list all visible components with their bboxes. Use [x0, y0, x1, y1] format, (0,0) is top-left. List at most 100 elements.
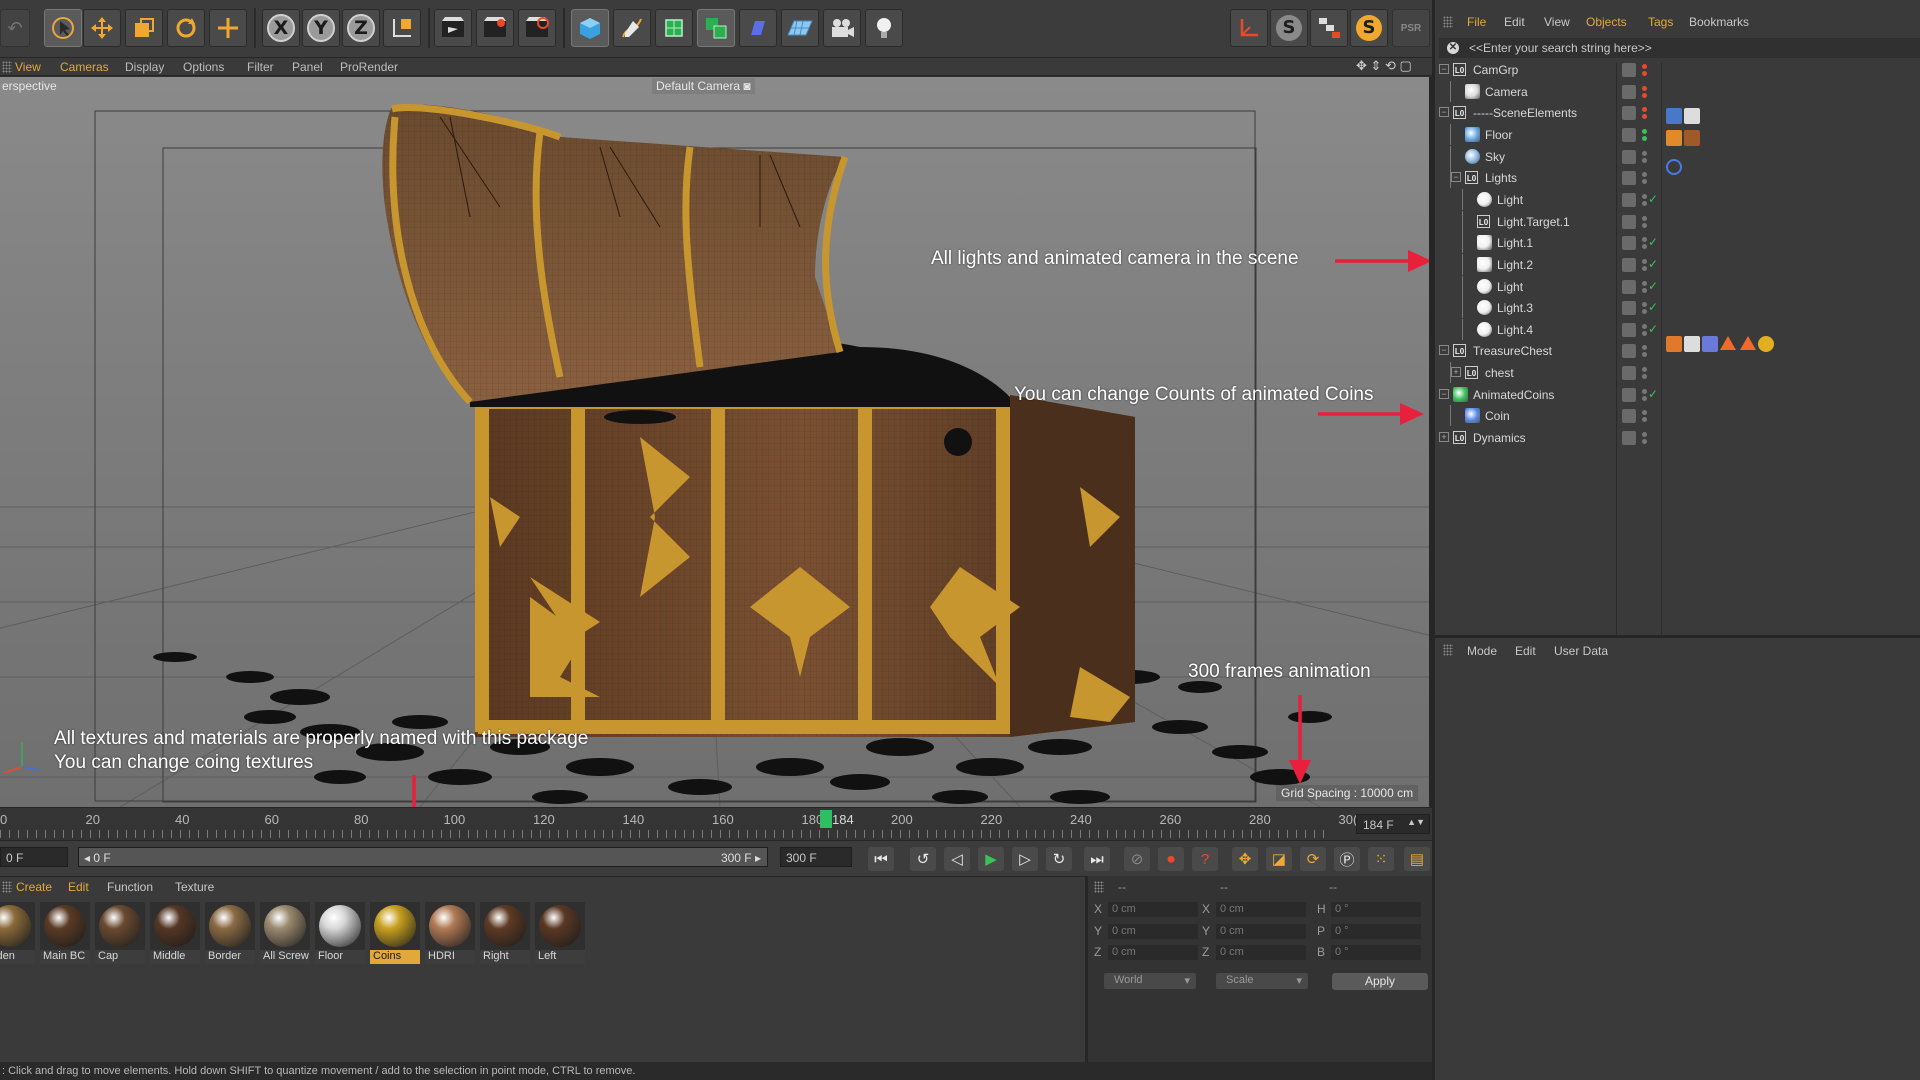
enabled-check-icon[interactable]: ✓ [1648, 322, 1658, 336]
expand-icon[interactable]: + [1439, 432, 1449, 443]
editor-visibility-dot[interactable] [1642, 388, 1647, 394]
layer-edit-icon[interactable] [1622, 214, 1636, 229]
object-row[interactable]: L0 Light.Target.1 [1435, 210, 1920, 233]
object-name[interactable]: Light [1497, 280, 1523, 294]
object-name[interactable]: Coin [1485, 409, 1510, 423]
layer-edit-icon[interactable] [1622, 279, 1636, 294]
object-row[interactable]: Light ✓ [1435, 275, 1920, 298]
object-name[interactable]: Camera [1485, 85, 1528, 99]
checker-tag-icon[interactable] [1684, 336, 1700, 352]
render-visibility-dot[interactable] [1642, 330, 1647, 336]
live-selection-button[interactable] [209, 9, 247, 47]
workplane-button[interactable] [1310, 9, 1348, 47]
enabled-check-icon[interactable]: ✓ [1648, 257, 1658, 271]
preview-start-field[interactable]: 0 F [0, 847, 68, 867]
object-name[interactable]: CamGrp [1473, 63, 1518, 77]
enable-axis-button[interactable] [1230, 9, 1268, 47]
current-frame-field[interactable]: 184 F ▲▼ [1356, 814, 1430, 834]
render-visibility-dot[interactable] [1642, 352, 1647, 358]
layer-edit-icon[interactable] [1622, 387, 1636, 402]
object-row[interactable]: − AnimatedCoins ✓ [1435, 384, 1920, 406]
render-visibility-dot[interactable] [1642, 135, 1647, 141]
object-name[interactable]: -----SceneElements [1473, 106, 1577, 120]
menu-edit[interactable]: Edit [1504, 15, 1525, 29]
render-visibility-dot[interactable] [1642, 114, 1647, 120]
object-row[interactable]: − L0 CamGrp [1435, 59, 1920, 81]
menu-create[interactable]: Create [16, 880, 52, 894]
3d-viewport[interactable]: erspective Default Camera ◙ Grid Spacing… [0, 77, 1432, 807]
coordinate-field[interactable]: 0 ° [1331, 902, 1421, 917]
object-row[interactable]: + L0 Dynamics [1435, 427, 1920, 449]
coordinate-field[interactable]: 0 cm [1216, 945, 1306, 960]
goto-end-button[interactable]: ⏭ [1084, 847, 1110, 871]
coordinate-field[interactable]: 0 ° [1331, 923, 1421, 939]
coordinate-field[interactable]: 0 cm [1108, 902, 1198, 917]
deformer-button[interactable] [739, 9, 777, 47]
next-frame-button[interactable]: ▷ [1012, 847, 1038, 871]
layer-edit-icon[interactable] [1622, 344, 1636, 359]
panel-grip-icon[interactable] [1443, 644, 1453, 656]
coordinate-field[interactable]: 0 cm [1216, 902, 1306, 917]
previous-key-button[interactable]: ↺ [910, 847, 936, 871]
layer-edit-icon[interactable] [1622, 149, 1636, 164]
hdri-material-tag-icon[interactable] [1684, 130, 1700, 146]
material-swatch[interactable]: All Screw [260, 902, 310, 964]
editor-visibility-dot[interactable] [1642, 85, 1647, 91]
array-generator-button[interactable] [697, 9, 735, 47]
coordinate-field[interactable]: 0 ° [1331, 945, 1421, 960]
layer-edit-icon[interactable] [1622, 301, 1636, 316]
render-settings-button[interactable] [518, 9, 556, 47]
collapse-icon[interactable]: − [1439, 388, 1449, 399]
collapse-icon[interactable]: − [1439, 345, 1449, 356]
expand-icon[interactable]: + [1451, 367, 1461, 378]
enabled-check-icon[interactable]: ✓ [1648, 235, 1658, 249]
object-name[interactable]: Light.Target.1 [1497, 215, 1570, 229]
apply-button[interactable]: Apply [1332, 973, 1428, 990]
viewport-nav-icons[interactable]: ✥ ⇕ ⟲ ▢ [1356, 58, 1412, 74]
material-swatch[interactable]: Border [205, 902, 255, 964]
object-row[interactable]: Light.1 ✓ [1435, 232, 1920, 254]
menu-panel[interactable]: Panel [292, 60, 323, 74]
render-visibility-dot[interactable] [1642, 439, 1647, 445]
move-tool-button[interactable] [83, 9, 121, 47]
viewport-camera-label[interactable]: Default Camera ◙ [652, 78, 755, 94]
editor-visibility-dot[interactable] [1642, 432, 1647, 438]
coordinate-field[interactable]: 0 cm [1108, 945, 1198, 960]
menu-texture[interactable]: Texture [175, 880, 214, 894]
previous-frame-button[interactable]: ◁ [944, 847, 970, 871]
light-object-button[interactable] [865, 9, 903, 47]
sky-tag-icon[interactable] [1666, 130, 1682, 146]
rotate-tool-button[interactable] [167, 9, 205, 47]
collapse-icon[interactable]: − [1439, 107, 1449, 118]
menu-view[interactable]: View [15, 60, 41, 74]
record-keys-button[interactable]: ⊘ [1124, 847, 1150, 871]
menu-view[interactable]: View [1544, 15, 1570, 29]
timeline-playhead[interactable] [820, 810, 832, 828]
layer-edit-icon[interactable] [1622, 409, 1636, 424]
enabled-check-icon[interactable]: ✓ [1648, 279, 1658, 293]
close-icon[interactable]: ✕ [1447, 42, 1459, 54]
layer-edit-icon[interactable] [1622, 236, 1636, 251]
camera-object-button[interactable] [823, 9, 861, 47]
material-swatch[interactable]: HDRI [425, 902, 475, 964]
layer-edit-icon[interactable] [1622, 366, 1636, 381]
layer-edit-icon[interactable] [1622, 431, 1636, 446]
material-swatch[interactable]: Right [480, 902, 530, 964]
coordinate-mode-select[interactable]: World ▾ [1104, 973, 1196, 989]
menu-tags[interactable]: Tags [1648, 15, 1673, 29]
object-name[interactable]: Light.2 [1497, 258, 1533, 272]
editor-visibility-dot[interactable] [1642, 193, 1647, 199]
layer-edit-icon[interactable] [1622, 322, 1636, 337]
layer-edit-icon[interactable] [1622, 127, 1636, 142]
coordinate-field[interactable]: 0 cm [1216, 923, 1306, 939]
menu-mode[interactable]: Mode [1467, 644, 1497, 658]
autokey-button[interactable]: ⏺ [1158, 847, 1184, 871]
key-rotation-button[interactable]: ⟳ [1300, 847, 1326, 871]
render-visibility-dot[interactable] [1642, 179, 1647, 185]
menu-function[interactable]: Function [107, 880, 153, 894]
menu-display[interactable]: Display [125, 60, 164, 74]
render-visibility-dot[interactable] [1642, 417, 1647, 423]
key-scale-button[interactable]: ◪ [1266, 847, 1292, 871]
layer-edit-icon[interactable] [1622, 257, 1636, 272]
target-tag-icon[interactable] [1666, 159, 1682, 175]
